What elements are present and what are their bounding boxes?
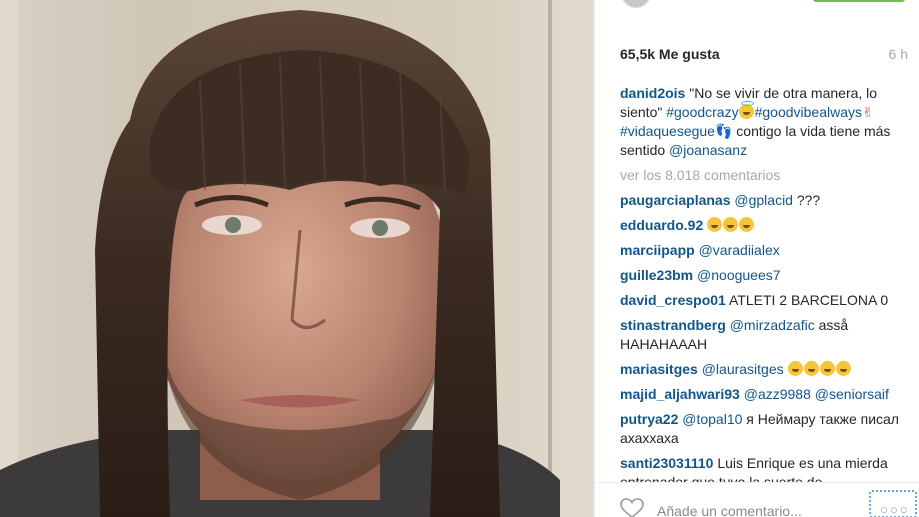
comment-item: guille23bm @nooguees7 [620, 266, 904, 285]
post-side-panel: 65,5k Me gusta 6 h danid2ois "No se vivi… [594, 0, 919, 517]
post-time[interactable]: 6 h [889, 46, 908, 62]
comment-mention[interactable]: @mirzadzafic [730, 317, 815, 333]
post-photo [0, 0, 594, 517]
comment-item: putrya22 @topal10 я Неймару также писал … [620, 410, 904, 448]
heart-icon[interactable] [619, 497, 645, 517]
comments-list: danid2ois "No se vivir de otra manera, l… [620, 84, 904, 482]
comment-item: paugarciaplanas @gplacid ??? [620, 191, 904, 210]
comment-username[interactable]: paugarciaplanas [620, 192, 731, 208]
hashtag-goodvibealways[interactable]: #goodvibealways [755, 104, 862, 120]
comment-mention[interactable]: @azz9988 [744, 386, 811, 402]
comment-item: santi23031110 Luis Enrique es una mierda… [620, 454, 904, 482]
comment-item: mariasitges @laurasitges [620, 360, 904, 379]
comment-item: edduardo.92 [620, 216, 904, 235]
comment-item: david_crespo01 ATLETI 2 BARCELONA 0 [620, 291, 904, 310]
comment-mention[interactable]: @topal10 [682, 411, 742, 427]
more-options-button[interactable]: ○○○ [869, 490, 917, 517]
comment-username[interactable]: majid_aljahwari93 [620, 386, 740, 402]
laughing-emoji-icon [707, 217, 723, 232]
post-image [0, 0, 594, 517]
comment-item: majid_aljahwari93 @azz9988 @seniorsaif [620, 385, 904, 404]
comment-username[interactable]: marciipapp [620, 242, 695, 258]
comment-username[interactable]: mariasitges [620, 361, 698, 377]
comment-username[interactable]: stinastrandberg [620, 317, 726, 333]
likes-count[interactable]: 65,5k Me gusta [620, 46, 720, 62]
laughing-emoji-icon [803, 361, 819, 376]
view-all-comments-link[interactable]: ver los 8.018 comentarios [620, 166, 904, 185]
victory-hand-icon: ✌ [862, 104, 874, 120]
caption-username[interactable]: danid2ois [620, 85, 685, 101]
caption: danid2ois "No se vivir de otra manera, l… [620, 84, 904, 160]
laughing-emoji-icon [723, 217, 739, 232]
laughing-emoji-icon [787, 361, 803, 376]
comment-item: stinastrandberg @mirzadzafic asså HAHAHA… [620, 316, 904, 354]
comment-username[interactable]: putrya22 [620, 411, 678, 427]
comment-item: marciipapp @varadiialex [620, 241, 904, 260]
comment-text: ATLETI 2 BARCELONA 0 [728, 292, 889, 308]
laughing-emoji-icon [739, 217, 755, 232]
comment-username[interactable]: santi23031110 [620, 455, 713, 471]
footprints-icon: 👣 [714, 123, 733, 139]
more-dots-icon: ○○○ [880, 502, 910, 517]
avatar[interactable] [621, 0, 651, 8]
hashtag-vidaquesegue[interactable]: #vidaquesegue [620, 123, 715, 139]
follow-button[interactable] [813, 0, 905, 2]
caption-mention[interactable]: @joanasanz [669, 142, 747, 158]
comment-footer: ○○○ [595, 482, 919, 517]
angel-emoji-icon [738, 101, 754, 119]
comment-username[interactable]: guille23bm [620, 267, 693, 283]
laughing-emoji-icon [819, 361, 835, 376]
laughing-emoji-icon [835, 361, 851, 376]
comment-mention[interactable]: @varadiialex [699, 242, 780, 258]
likes-row: 65,5k Me gusta 6 h [620, 46, 908, 64]
comment-mention[interactable]: @gplacid [734, 192, 793, 208]
comment-mention[interactable]: @seniorsaif [815, 386, 889, 402]
comment-username[interactable]: edduardo.92 [620, 217, 703, 233]
comment-text: ??? [792, 192, 821, 208]
comment-username[interactable]: david_crespo01 [620, 292, 726, 308]
comment-mention[interactable]: @nooguees7 [697, 267, 781, 283]
comment-mention[interactable]: @laurasitges [702, 361, 784, 377]
hashtag-goodcrazy[interactable]: #goodcrazy [666, 104, 738, 120]
add-comment-input[interactable] [657, 502, 847, 517]
